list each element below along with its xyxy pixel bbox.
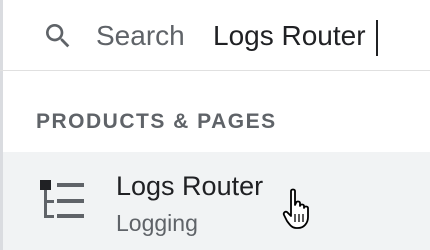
search-input[interactable] — [213, 15, 423, 57]
section-heading-products-pages: PRODUCTS & PAGES — [36, 110, 277, 133]
search-bar[interactable]: Search — [0, 0, 430, 71]
search-panel: Search PRODUCTS & PAGES Logs Router Logg… — [0, 0, 430, 250]
result-subtitle: Logging — [116, 210, 198, 236]
result-item-logs-router[interactable]: Logs Router Logging — [3, 152, 430, 250]
search-icon[interactable] — [42, 20, 74, 52]
search-label: Search — [96, 20, 185, 51]
text-caret — [376, 20, 378, 56]
result-title: Logs Router — [116, 171, 264, 201]
logs-router-icon — [40, 180, 84, 218]
